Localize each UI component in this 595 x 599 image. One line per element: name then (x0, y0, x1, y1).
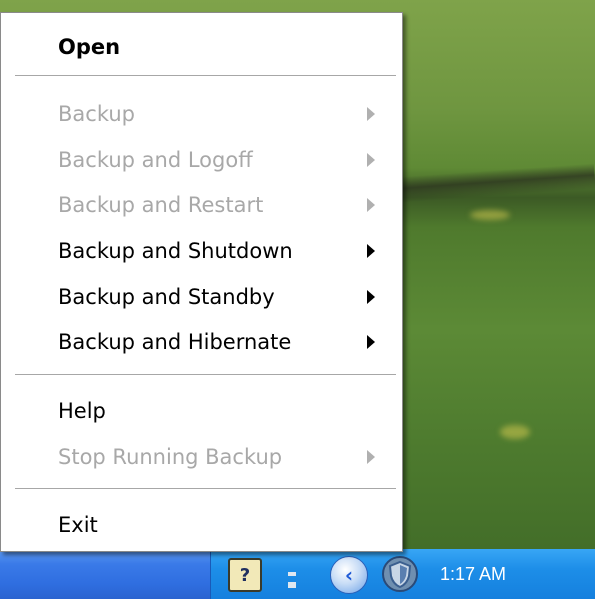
usb-device-icon[interactable] (285, 572, 299, 592)
help-icon[interactable]: ? (228, 558, 262, 592)
tray-context-menu: Open Backup Backup and Logoff Backup and… (0, 12, 403, 552)
menu-item-backup-and-shutdown[interactable]: Backup and Shutdown (1, 234, 402, 267)
submenu-arrow-icon (367, 244, 375, 258)
menu-separator (15, 374, 396, 376)
submenu-arrow-icon (367, 335, 375, 349)
menu-item-open[interactable]: Open (1, 30, 402, 63)
menu-item-label: Open (58, 34, 121, 59)
menu-item-backup: Backup (1, 97, 402, 130)
submenu-arrow-icon (367, 107, 375, 121)
submenu-arrow-icon (367, 153, 375, 167)
menu-item-label: Backup and Restart (58, 192, 264, 217)
menu-item-label: Stop Running Backup (58, 444, 283, 469)
menu-item-label: Backup and Hibernate (58, 329, 292, 354)
menu-item-stop-running-backup: Stop Running Backup (1, 440, 402, 473)
menu-item-label: Exit (58, 512, 98, 537)
security-shield-icon[interactable] (380, 554, 420, 594)
menu-item-label: Backup and Logoff (58, 147, 253, 172)
wallpaper-flower-patch (470, 210, 510, 220)
menu-item-label: Backup and Standby (58, 284, 275, 309)
menu-item-backup-and-logoff: Backup and Logoff (1, 143, 402, 176)
submenu-arrow-icon (367, 198, 375, 212)
menu-item-help[interactable]: Help (1, 394, 402, 427)
menu-separator (15, 488, 396, 490)
menu-item-label: Help (58, 398, 106, 423)
wallpaper-flower-patch (500, 425, 530, 439)
wallpaper-ridge (399, 163, 595, 203)
taskbar-clock[interactable]: 1:17 AM (440, 560, 506, 588)
menu-item-backup-and-hibernate[interactable]: Backup and Hibernate (1, 325, 402, 358)
menu-separator (15, 75, 396, 77)
menu-item-label: Backup (58, 101, 135, 126)
menu-item-backup-and-standby[interactable]: Backup and Standby (1, 280, 402, 313)
show-hidden-icons-button[interactable]: ‹ (330, 556, 368, 594)
submenu-arrow-icon (367, 290, 375, 304)
menu-item-exit[interactable]: Exit (1, 508, 402, 541)
submenu-arrow-icon (367, 450, 375, 464)
menu-item-label: Backup and Shutdown (58, 238, 293, 263)
menu-item-backup-and-restart: Backup and Restart (1, 188, 402, 221)
